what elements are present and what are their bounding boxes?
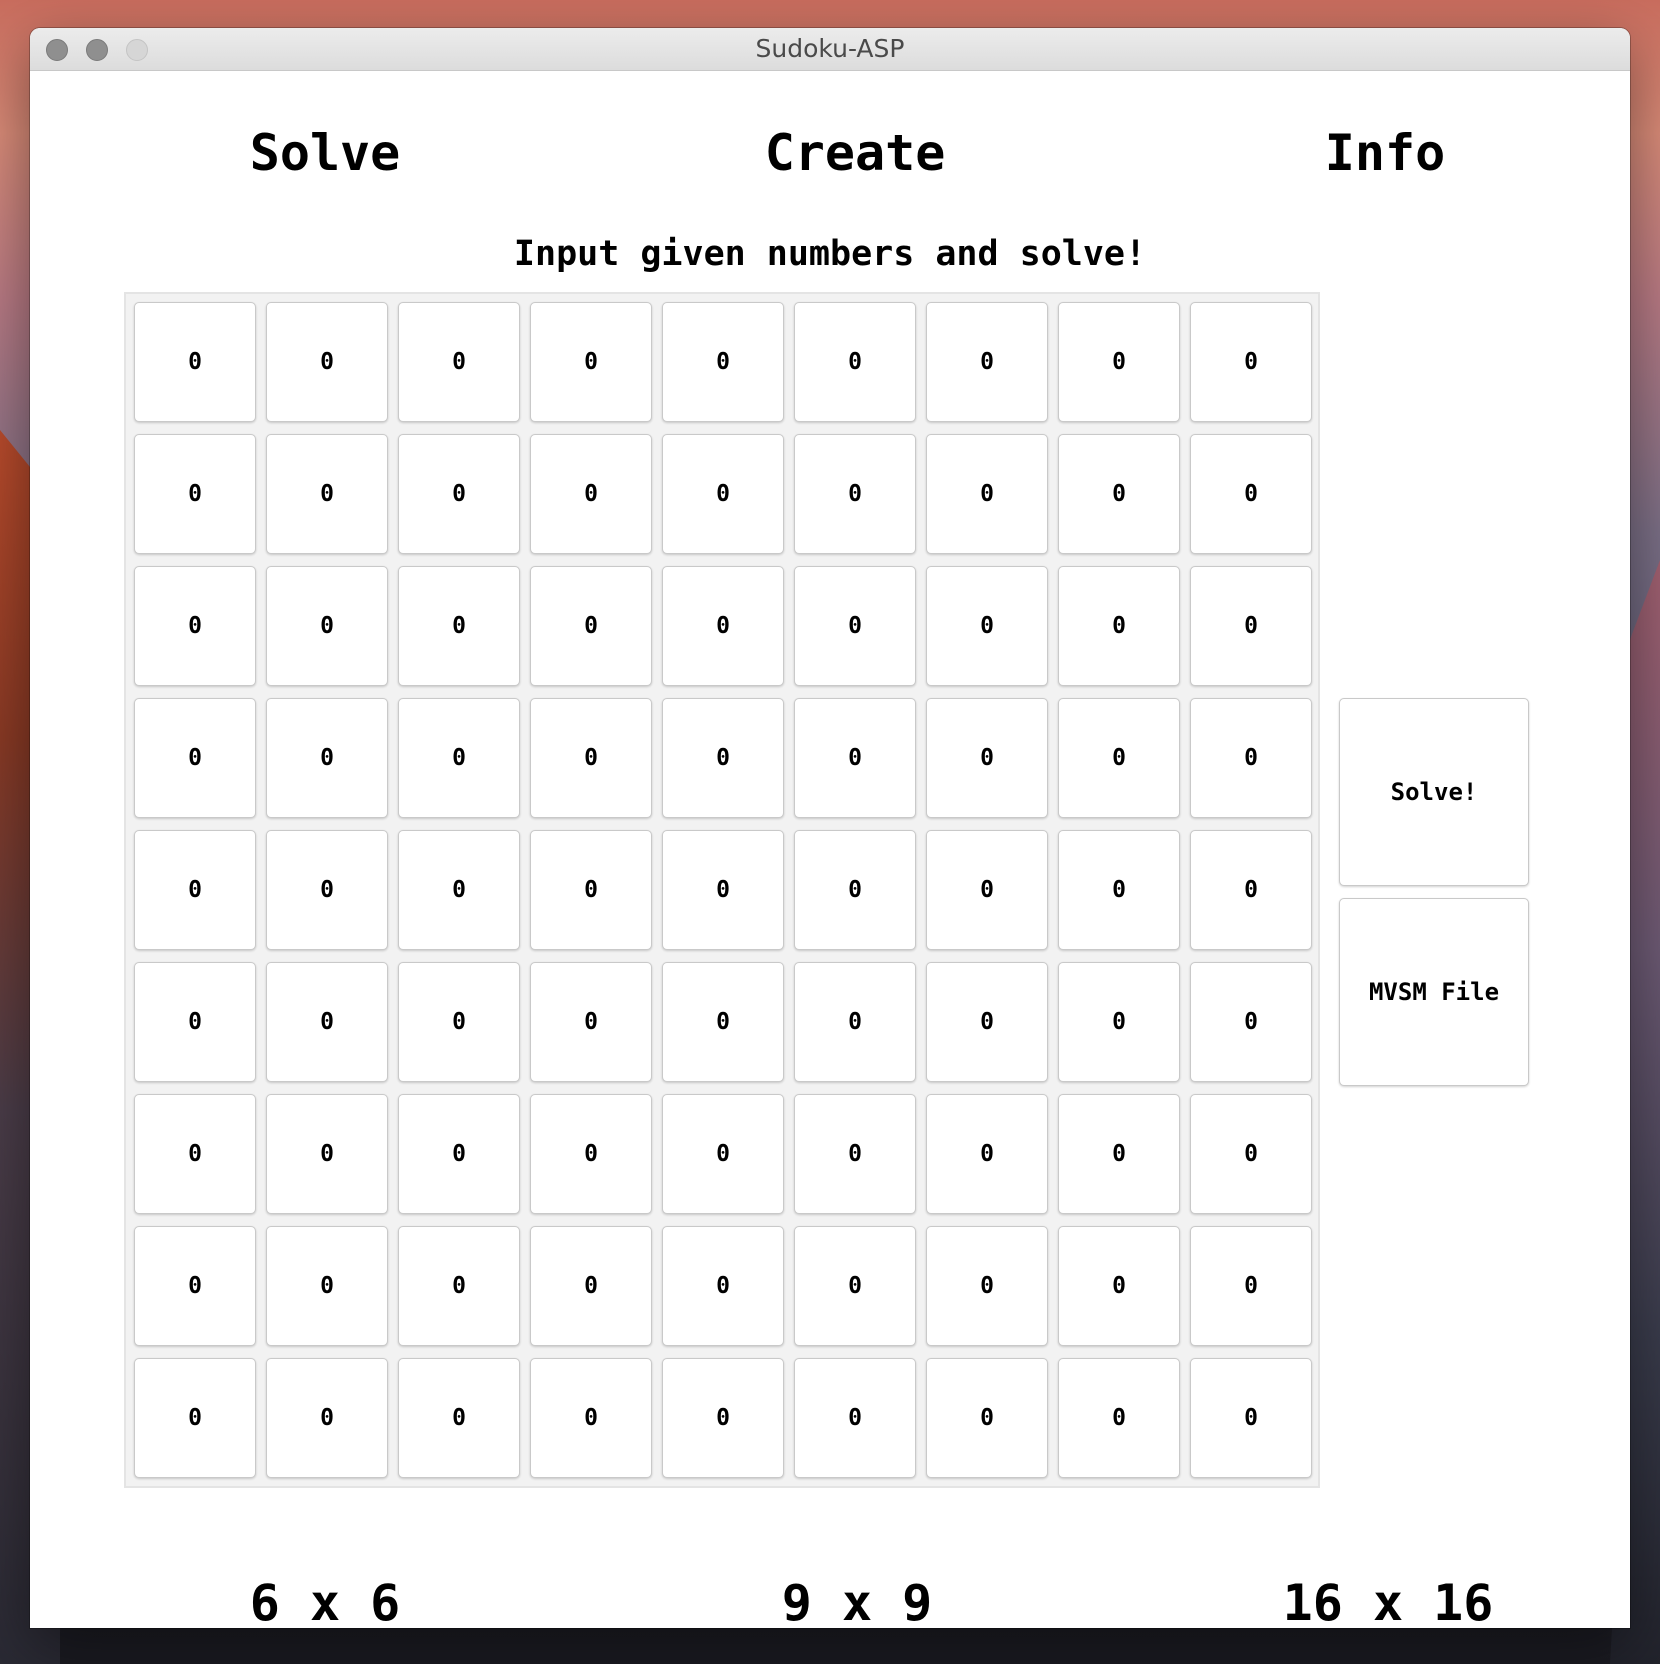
sudoku-cell[interactable]: 0 bbox=[1058, 302, 1180, 422]
sudoku-cell[interactable]: 0 bbox=[398, 1358, 520, 1478]
sudoku-cell[interactable]: 0 bbox=[926, 1094, 1048, 1214]
sudoku-cell[interactable]: 0 bbox=[134, 434, 256, 554]
sudoku-cell[interactable]: 0 bbox=[1190, 1094, 1312, 1214]
nav-solve[interactable]: Solve bbox=[175, 124, 475, 182]
sudoku-cell[interactable]: 0 bbox=[926, 830, 1048, 950]
sudoku-cell[interactable]: 0 bbox=[530, 302, 652, 422]
nav-info[interactable]: Info bbox=[1235, 124, 1535, 182]
sudoku-cell[interactable]: 0 bbox=[662, 698, 784, 818]
sudoku-cell[interactable]: 0 bbox=[398, 962, 520, 1082]
sudoku-cell[interactable]: 0 bbox=[134, 302, 256, 422]
sudoku-cell[interactable]: 0 bbox=[794, 1226, 916, 1346]
sudoku-cell[interactable]: 0 bbox=[530, 1094, 652, 1214]
sudoku-board: 0000000000000000000000000000000000000000… bbox=[124, 292, 1320, 1488]
sudoku-cell[interactable]: 0 bbox=[794, 1094, 916, 1214]
sudoku-cell[interactable]: 0 bbox=[1058, 1094, 1180, 1214]
sudoku-cell[interactable]: 0 bbox=[530, 830, 652, 950]
sudoku-cell[interactable]: 0 bbox=[1190, 1358, 1312, 1478]
sudoku-cell[interactable]: 0 bbox=[530, 698, 652, 818]
sudoku-cell[interactable]: 0 bbox=[398, 566, 520, 686]
sudoku-cell[interactable]: 0 bbox=[266, 962, 388, 1082]
sudoku-cell[interactable]: 0 bbox=[398, 1226, 520, 1346]
sudoku-cell[interactable]: 0 bbox=[530, 566, 652, 686]
window-title: Sudoku-ASP bbox=[755, 34, 905, 63]
sudoku-cell[interactable]: 0 bbox=[1058, 698, 1180, 818]
sudoku-cell[interactable]: 0 bbox=[266, 1358, 388, 1478]
sudoku-cell[interactable]: 0 bbox=[1190, 302, 1312, 422]
sudoku-cell[interactable]: 0 bbox=[662, 962, 784, 1082]
sudoku-cell[interactable]: 0 bbox=[926, 434, 1048, 554]
sudoku-cell[interactable]: 0 bbox=[794, 302, 916, 422]
app-window: Sudoku-ASP Solve Create Info Input given… bbox=[30, 28, 1630, 1628]
sudoku-cell[interactable]: 0 bbox=[266, 698, 388, 818]
sudoku-cell[interactable]: 0 bbox=[1058, 830, 1180, 950]
sudoku-cell[interactable]: 0 bbox=[134, 698, 256, 818]
size-9x9-option[interactable]: 9 x 9 bbox=[677, 1574, 1037, 1628]
size-6x6-option[interactable]: 6 x 6 bbox=[145, 1574, 505, 1628]
sudoku-cell[interactable]: 0 bbox=[1058, 566, 1180, 686]
nav-create[interactable]: Create bbox=[705, 124, 1005, 182]
sudoku-cell[interactable]: 0 bbox=[530, 962, 652, 1082]
sudoku-cell[interactable]: 0 bbox=[926, 1226, 1048, 1346]
sudoku-cell[interactable]: 0 bbox=[266, 302, 388, 422]
sudoku-cell[interactable]: 0 bbox=[1058, 1358, 1180, 1478]
sudoku-cell[interactable]: 0 bbox=[398, 1094, 520, 1214]
sudoku-cell[interactable]: 0 bbox=[266, 566, 388, 686]
sudoku-cell[interactable]: 0 bbox=[1190, 962, 1312, 1082]
sudoku-cell[interactable]: 0 bbox=[530, 434, 652, 554]
sudoku-cell[interactable]: 0 bbox=[530, 1358, 652, 1478]
sudoku-cell[interactable]: 0 bbox=[1190, 566, 1312, 686]
sudoku-cell[interactable]: 0 bbox=[926, 698, 1048, 818]
sudoku-cell[interactable]: 0 bbox=[398, 302, 520, 422]
sudoku-cell[interactable]: 0 bbox=[266, 434, 388, 554]
sudoku-cell[interactable]: 0 bbox=[926, 566, 1048, 686]
sudoku-cell[interactable]: 0 bbox=[266, 1226, 388, 1346]
sudoku-cell[interactable]: 0 bbox=[662, 830, 784, 950]
sudoku-cell[interactable]: 0 bbox=[1058, 434, 1180, 554]
sudoku-cell[interactable]: 0 bbox=[134, 1226, 256, 1346]
sudoku-cell[interactable]: 0 bbox=[662, 1094, 784, 1214]
sudoku-cell[interactable]: 0 bbox=[134, 566, 256, 686]
sudoku-cell[interactable]: 0 bbox=[926, 1358, 1048, 1478]
sudoku-cell[interactable]: 0 bbox=[662, 1358, 784, 1478]
sudoku-cell[interactable]: 0 bbox=[926, 302, 1048, 422]
sudoku-cell[interactable]: 0 bbox=[134, 1094, 256, 1214]
sudoku-cell[interactable]: 0 bbox=[1190, 434, 1312, 554]
sudoku-cell[interactable]: 0 bbox=[134, 1358, 256, 1478]
sudoku-cell[interactable]: 0 bbox=[794, 830, 916, 950]
sudoku-cell[interactable]: 0 bbox=[1058, 962, 1180, 1082]
sudoku-cell[interactable]: 0 bbox=[1058, 1226, 1180, 1346]
mvsm-file-button[interactable]: MVSM File bbox=[1339, 898, 1529, 1086]
sudoku-cell[interactable]: 0 bbox=[134, 830, 256, 950]
sudoku-cell[interactable]: 0 bbox=[926, 962, 1048, 1082]
sudoku-cell[interactable]: 0 bbox=[1190, 1226, 1312, 1346]
solve-button[interactable]: Solve! bbox=[1339, 698, 1529, 886]
sudoku-cell[interactable]: 0 bbox=[398, 434, 520, 554]
sudoku-cell[interactable]: 0 bbox=[794, 1358, 916, 1478]
size-16x16-option[interactable]: 16 x 16 bbox=[1208, 1574, 1568, 1628]
sudoku-cell[interactable]: 0 bbox=[662, 302, 784, 422]
instruction-text: Input given numbers and solve! bbox=[513, 234, 1147, 274]
sudoku-cell[interactable]: 0 bbox=[266, 1094, 388, 1214]
sudoku-cell[interactable]: 0 bbox=[662, 434, 784, 554]
sudoku-cell[interactable]: 0 bbox=[1190, 830, 1312, 950]
title-bar[interactable]: Sudoku-ASP bbox=[30, 28, 1630, 71]
sudoku-cell[interactable]: 0 bbox=[662, 1226, 784, 1346]
sudoku-cell[interactable]: 0 bbox=[134, 962, 256, 1082]
sudoku-cell[interactable]: 0 bbox=[794, 434, 916, 554]
sudoku-cell[interactable]: 0 bbox=[662, 566, 784, 686]
sudoku-cell[interactable]: 0 bbox=[794, 962, 916, 1082]
sudoku-cell[interactable]: 0 bbox=[266, 830, 388, 950]
sudoku-cell[interactable]: 0 bbox=[398, 830, 520, 950]
sudoku-cell[interactable]: 0 bbox=[398, 698, 520, 818]
sudoku-cell[interactable]: 0 bbox=[530, 1226, 652, 1346]
sudoku-cell[interactable]: 0 bbox=[1190, 698, 1312, 818]
sudoku-cell[interactable]: 0 bbox=[794, 698, 916, 818]
sudoku-cell[interactable]: 0 bbox=[794, 566, 916, 686]
